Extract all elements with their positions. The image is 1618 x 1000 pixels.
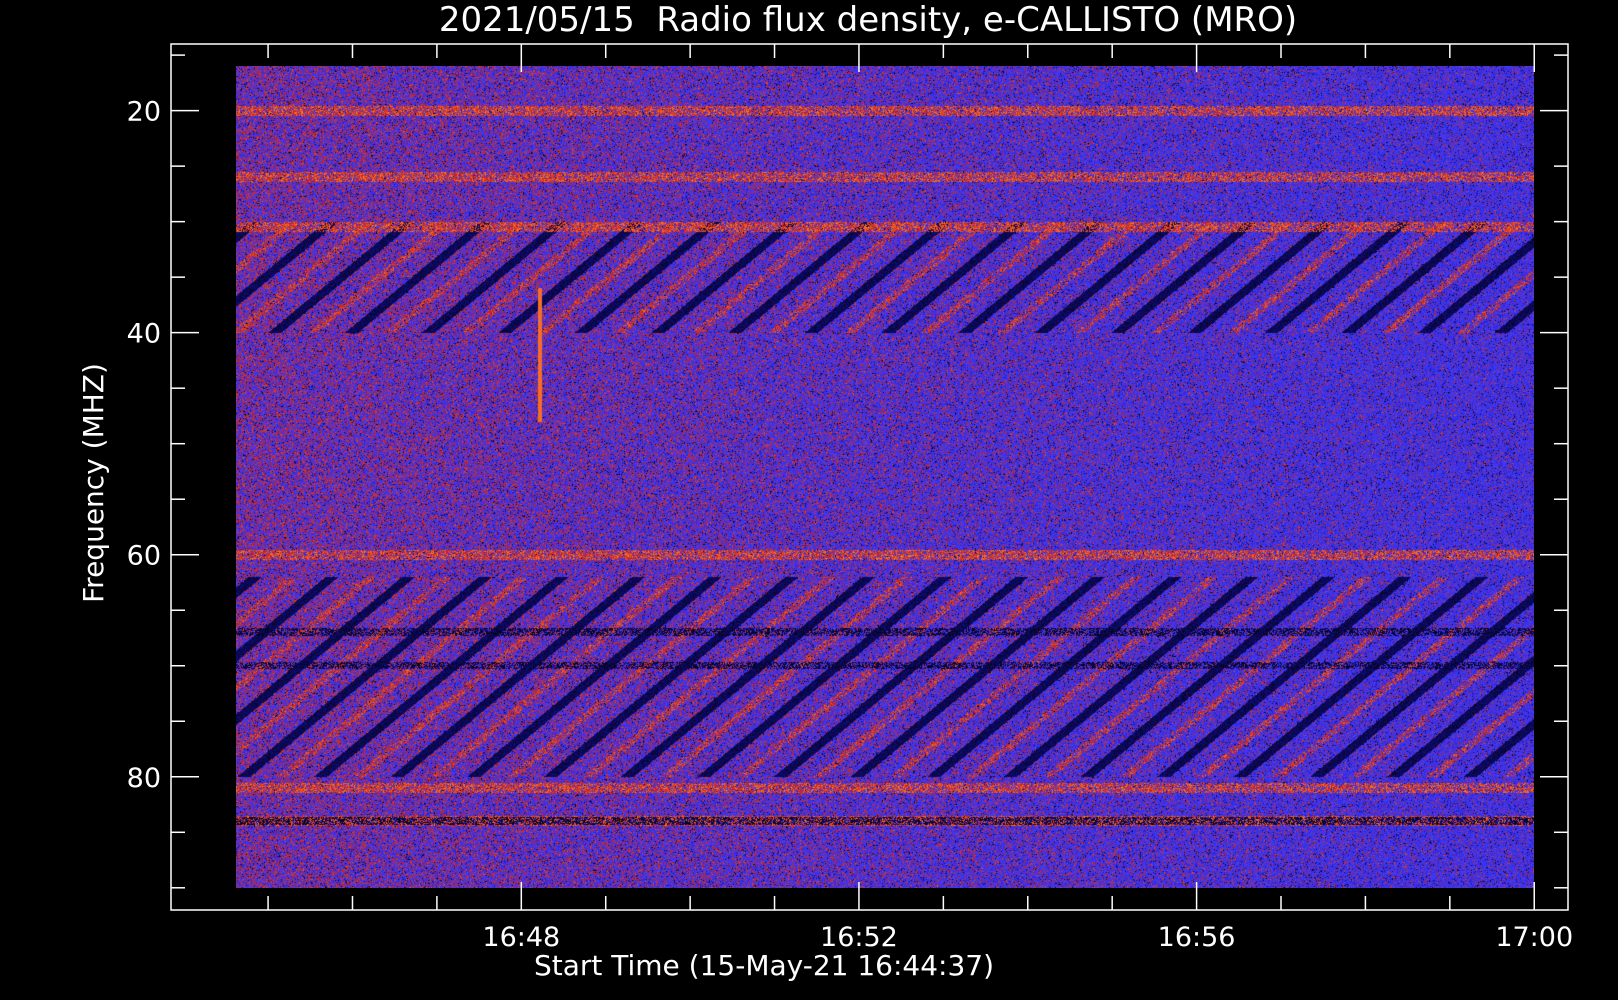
y-tick-label: 40 — [127, 319, 161, 350]
x-axis-label: Start Time (15-May-21 16:44:37) — [534, 949, 994, 982]
x-tick-label: 17:00 — [1495, 922, 1573, 953]
x-ticks: 16:48 16:52 16:56 17:00 — [267, 44, 1573, 953]
y-axis-label: Frequency (MHZ) — [77, 363, 110, 603]
y-tick-label: 80 — [127, 763, 161, 794]
plot-frame — [170, 43, 1569, 911]
x-tick-label: 16:52 — [820, 922, 898, 953]
y-ticks: 20 40 60 80 — [127, 54, 1568, 889]
y-tick-label: 20 — [127, 97, 161, 128]
axes-layer: 2021/05/15 Radio flux density, e-CALLIST… — [77, 0, 1573, 982]
chart-axes: 2021/05/15 Radio flux density, e-CALLIST… — [77, 0, 1573, 982]
chart-title: 2021/05/15 Radio flux density, e-CALLIST… — [439, 0, 1297, 40]
spectrogram-figure: 2021/05/15 Radio flux density, e-CALLIST… — [0, 0, 1618, 1000]
x-tick-label: 16:48 — [482, 922, 560, 953]
x-tick-label: 16:56 — [1158, 922, 1236, 953]
y-tick-label: 60 — [127, 541, 161, 572]
